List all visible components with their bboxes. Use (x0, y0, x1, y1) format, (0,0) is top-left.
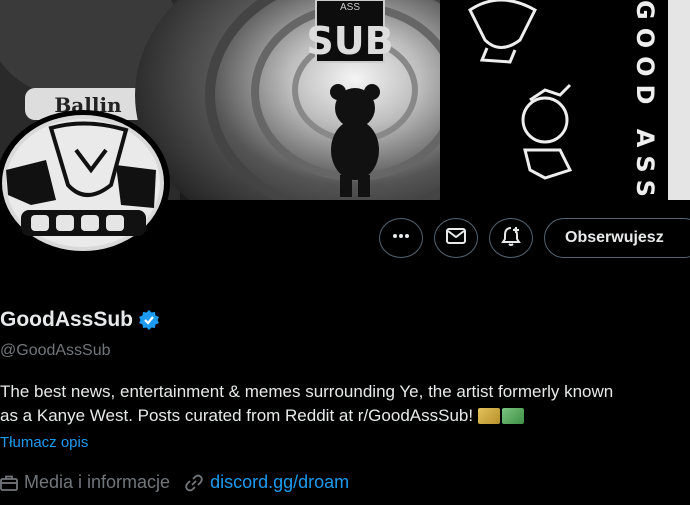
bell-plus-icon (500, 225, 522, 252)
display-name: GoodAssSub (0, 308, 134, 331)
message-button[interactable] (434, 218, 478, 258)
translate-bio-link[interactable]: Tłumacz opis (0, 434, 88, 451)
profile-handle: @GoodAssSub (0, 342, 111, 359)
envelope-icon (445, 225, 467, 252)
bio-line-1: The best news, entertainment & memes sur… (0, 382, 614, 401)
more-options-button[interactable] (379, 218, 423, 258)
money-emoji-icon (478, 408, 501, 424)
bio-line-2: as a Kanye West. Posts curated from Redd… (0, 404, 690, 428)
ellipsis-icon (391, 226, 411, 251)
logo-main-text: SUB (306, 19, 393, 63)
profile-bio: The best news, entertainment & memes sur… (0, 380, 690, 428)
banner-vertical-text: GOOD ASS SUB (631, 0, 659, 200)
money-emoji-icon (502, 408, 525, 424)
following-button[interactable]: Obserwujesz (544, 218, 690, 258)
following-button-label: Obserwujesz (565, 229, 664, 246)
briefcase-icon (0, 474, 18, 492)
avatar-image (0, 111, 168, 255)
logo-top-text: ASS (340, 2, 360, 13)
bio-line-2-text: as a Kanye West. Posts curated from Redd… (0, 406, 474, 425)
link-icon (184, 473, 204, 493)
profile-meta: Media i informacje discord.gg/droam (0, 472, 363, 493)
website-link[interactable]: discord.gg/droam (210, 472, 349, 493)
verified-badge-icon[interactable] (138, 309, 160, 331)
profile-avatar[interactable] (0, 110, 170, 256)
category-label: Media i informacje (24, 472, 171, 492)
category-item: Media i informacje (0, 472, 170, 493)
profile-name-row: GoodAssSub (0, 308, 160, 332)
website-item: discord.gg/droam (184, 472, 349, 493)
notifications-button[interactable] (489, 218, 533, 258)
